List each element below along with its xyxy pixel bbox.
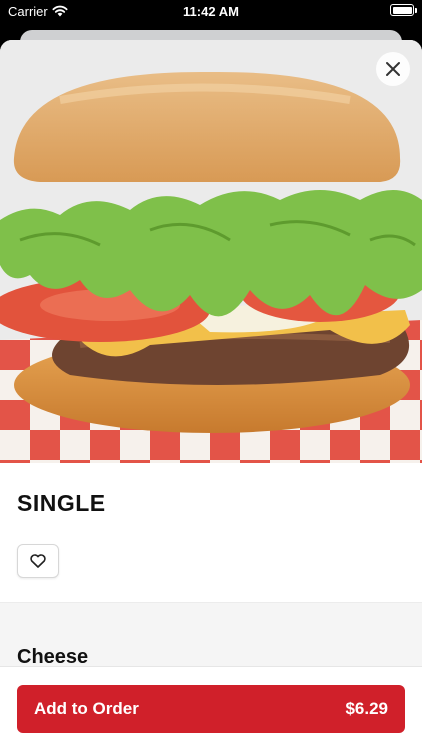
- add-to-order-button[interactable]: Add to Order $6.29: [17, 685, 405, 733]
- status-bar: Carrier 11:42 AM: [0, 0, 422, 28]
- product-title: SINGLE: [17, 490, 106, 516]
- order-footer: Add to Order $6.29: [0, 666, 422, 750]
- status-time: 11:42 AM: [183, 4, 239, 19]
- close-button[interactable]: [376, 52, 410, 86]
- battery-tip: [415, 8, 417, 13]
- battery-icon: [390, 4, 414, 16]
- close-icon: [386, 62, 400, 76]
- product-detail-sheet: SINGLE Cheese Add to Order $6.29: [0, 40, 422, 750]
- favorite-button[interactable]: [17, 544, 59, 578]
- add-to-order-label: Add to Order: [34, 699, 139, 718]
- burger-illustration: [0, 40, 422, 463]
- heart-icon: [30, 554, 46, 568]
- add-to-order-price: $6.29: [345, 699, 388, 718]
- product-image: [0, 40, 422, 463]
